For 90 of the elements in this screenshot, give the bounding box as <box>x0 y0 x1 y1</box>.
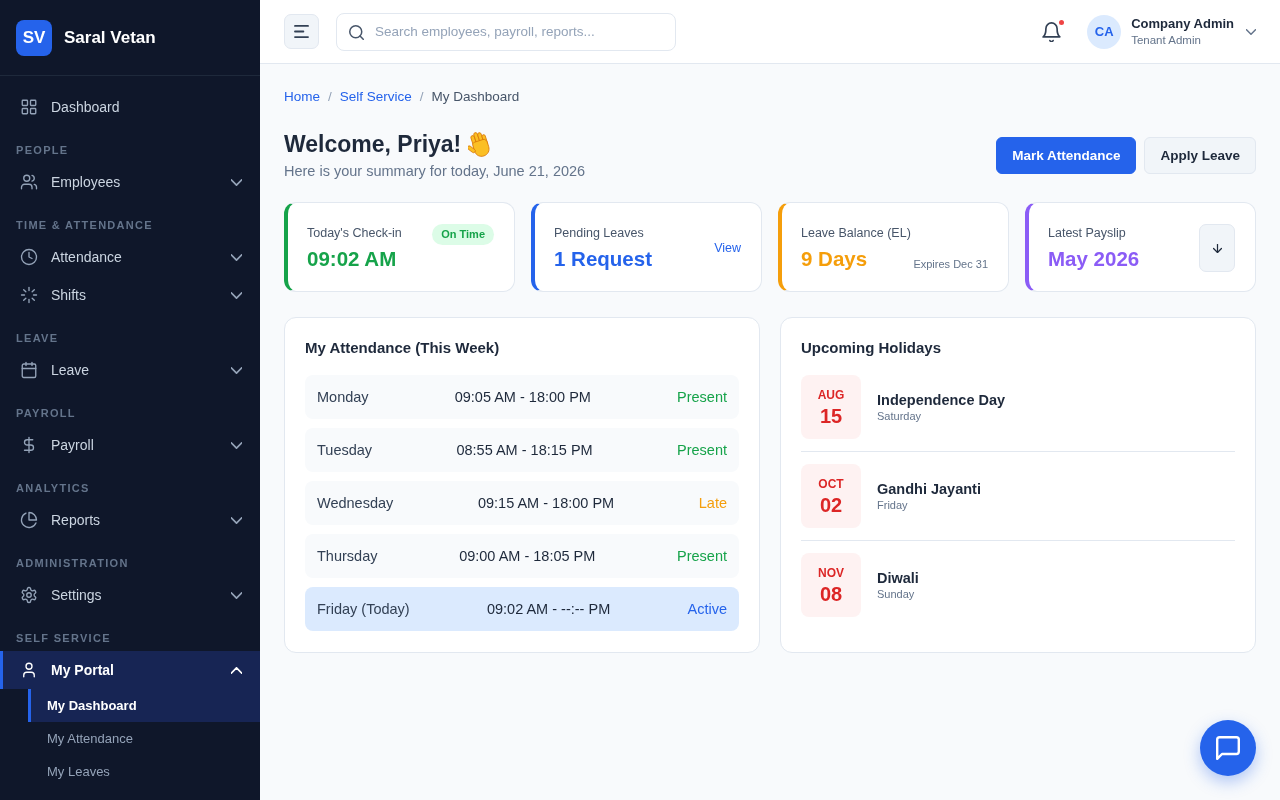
attendance-status: Late <box>698 495 727 511</box>
arrow-down-icon <box>1212 243 1222 253</box>
attendance-status: Present <box>677 442 727 458</box>
work-hours: 09:00 AM - 18:05 PM <box>459 548 596 564</box>
day-label: Thursday <box>317 548 378 564</box>
stat-label: Leave Balance (EL) <box>801 225 911 242</box>
nav-section-heading: TIME & ATTENDANCE <box>15 218 154 233</box>
holiday-weekday: Saturday <box>877 409 923 423</box>
breadcrumb-separator: / <box>328 88 332 106</box>
attendance-status: Present <box>677 389 727 405</box>
attendance-status: Present <box>677 548 727 564</box>
work-hours: 09:05 AM - 18:00 PM <box>454 389 591 405</box>
day-label: Monday <box>317 389 369 405</box>
holiday-weekday: Sunday <box>877 587 916 601</box>
sidebar-subitem[interactable]: My Dashboard <box>28 689 260 722</box>
sidebar-item[interactable]: Leave <box>0 351 260 389</box>
holiday-name: Independence Day <box>877 391 1006 409</box>
chevron-down-icon[interactable] <box>1246 28 1256 35</box>
sidebar-item[interactable]: Attendance <box>0 238 260 276</box>
app-name: Saral Vetan <box>64 27 156 48</box>
nav-section-heading: PAYROLL <box>15 406 77 421</box>
date-month: OCT <box>818 476 844 491</box>
stat-value: 1 Request <box>554 246 652 272</box>
nav-section-heading: LEAVE <box>15 331 60 346</box>
sidebar-item[interactable]: My Portal <box>0 651 260 689</box>
nav-section-heading: PEOPLE <box>15 143 70 158</box>
stat-value: May 2026 <box>1048 246 1140 272</box>
expiry-note: Expires Dec 31 <box>913 258 988 270</box>
panel-title: Upcoming Holidays <box>801 338 943 358</box>
bell-icon[interactable] <box>1042 21 1062 42</box>
user-role: Tenant Admin <box>1131 33 1202 48</box>
sidebar-item[interactable]: Payroll <box>0 426 260 464</box>
sidebar-item[interactable]: Reports <box>0 501 260 539</box>
panel-title: My Attendance (This Week) <box>305 338 501 358</box>
search-field[interactable]: Search employees, payroll, reports... <box>336 12 676 51</box>
date-month: NOV <box>818 565 844 580</box>
stat-label: Pending Leaves <box>554 225 645 242</box>
menu-button[interactable] <box>284 14 319 49</box>
breadcrumb-separator: / <box>419 88 424 106</box>
secondary-button[interactable]: Apply Leave <box>1144 136 1256 174</box>
nav-section-heading: ANALYTICS <box>15 481 91 496</box>
primary-button[interactable]: Mark Attendance <box>996 136 1137 174</box>
page-subtitle: Here is your summary for today, June 21, 2026 <box>284 162 586 181</box>
menu-icon <box>294 25 309 38</box>
calendar-icon <box>20 361 38 379</box>
attendance-status: Active <box>687 601 727 617</box>
sidebar-subitem[interactable]: My Attendance <box>28 722 260 755</box>
spinner-icon <box>20 286 38 304</box>
holiday-name: Gandhi Jayanti <box>877 480 981 498</box>
chat-icon <box>1216 736 1240 760</box>
search-icon <box>349 24 364 40</box>
user-avatar[interactable]: CA <box>1087 14 1122 49</box>
page-title: Welcome, Priya! <box>284 130 462 159</box>
day-label: Friday (Today) <box>317 601 410 617</box>
sidebar-item[interactable]: Shifts <box>0 276 260 314</box>
settings-icon <box>20 586 38 604</box>
app-logo: SV <box>16 19 52 56</box>
work-hours: 08:55 AM - 18:15 PM <box>456 442 593 458</box>
clock-icon <box>20 248 38 266</box>
date-month: AUG <box>817 387 845 402</box>
holiday-weekday: Friday <box>877 498 909 512</box>
users-icon <box>20 173 38 191</box>
holiday-name: Diwali <box>877 569 919 587</box>
sidebar-item[interactable]: Employees <box>0 163 260 201</box>
nav-section-heading: ADMINISTRATION <box>15 556 130 571</box>
work-hours: 09:02 AM - --:-- PM <box>486 601 611 617</box>
work-hours: 09:15 AM - 18:00 PM <box>477 495 615 511</box>
status-badge: On Time <box>432 224 494 245</box>
view-link[interactable]: View <box>714 241 741 255</box>
grid-icon <box>20 98 38 116</box>
nav-section-heading: SELF SERVICE <box>15 631 112 646</box>
user-icon <box>20 661 38 679</box>
stat-label: Latest Payslip <box>1048 225 1127 242</box>
stat-value: 9 Days <box>801 246 869 272</box>
breadcrumb-current: My Dashboard <box>431 88 520 106</box>
day-label: Wednesday <box>317 495 394 511</box>
stat-label: Today's Check-in <box>307 225 402 242</box>
sidebar-item[interactable]: Settings <box>0 576 260 614</box>
pie-chart-icon <box>20 511 38 529</box>
date-day: 15 <box>819 404 843 427</box>
date-day: 02 <box>819 493 843 516</box>
sidebar-item[interactable]: Dashboard <box>0 88 260 126</box>
breadcrumb-link[interactable]: Home <box>284 88 320 106</box>
breadcrumb-link[interactable]: Self Service <box>339 88 412 106</box>
chat-button[interactable] <box>1200 720 1256 776</box>
sidebar-subitem[interactable]: My Leaves <box>28 755 260 788</box>
date-day: 08 <box>819 582 843 605</box>
stat-value: 09:02 AM <box>307 246 398 272</box>
day-label: Tuesday <box>317 442 373 458</box>
user-name: Company Admin <box>1131 15 1234 32</box>
